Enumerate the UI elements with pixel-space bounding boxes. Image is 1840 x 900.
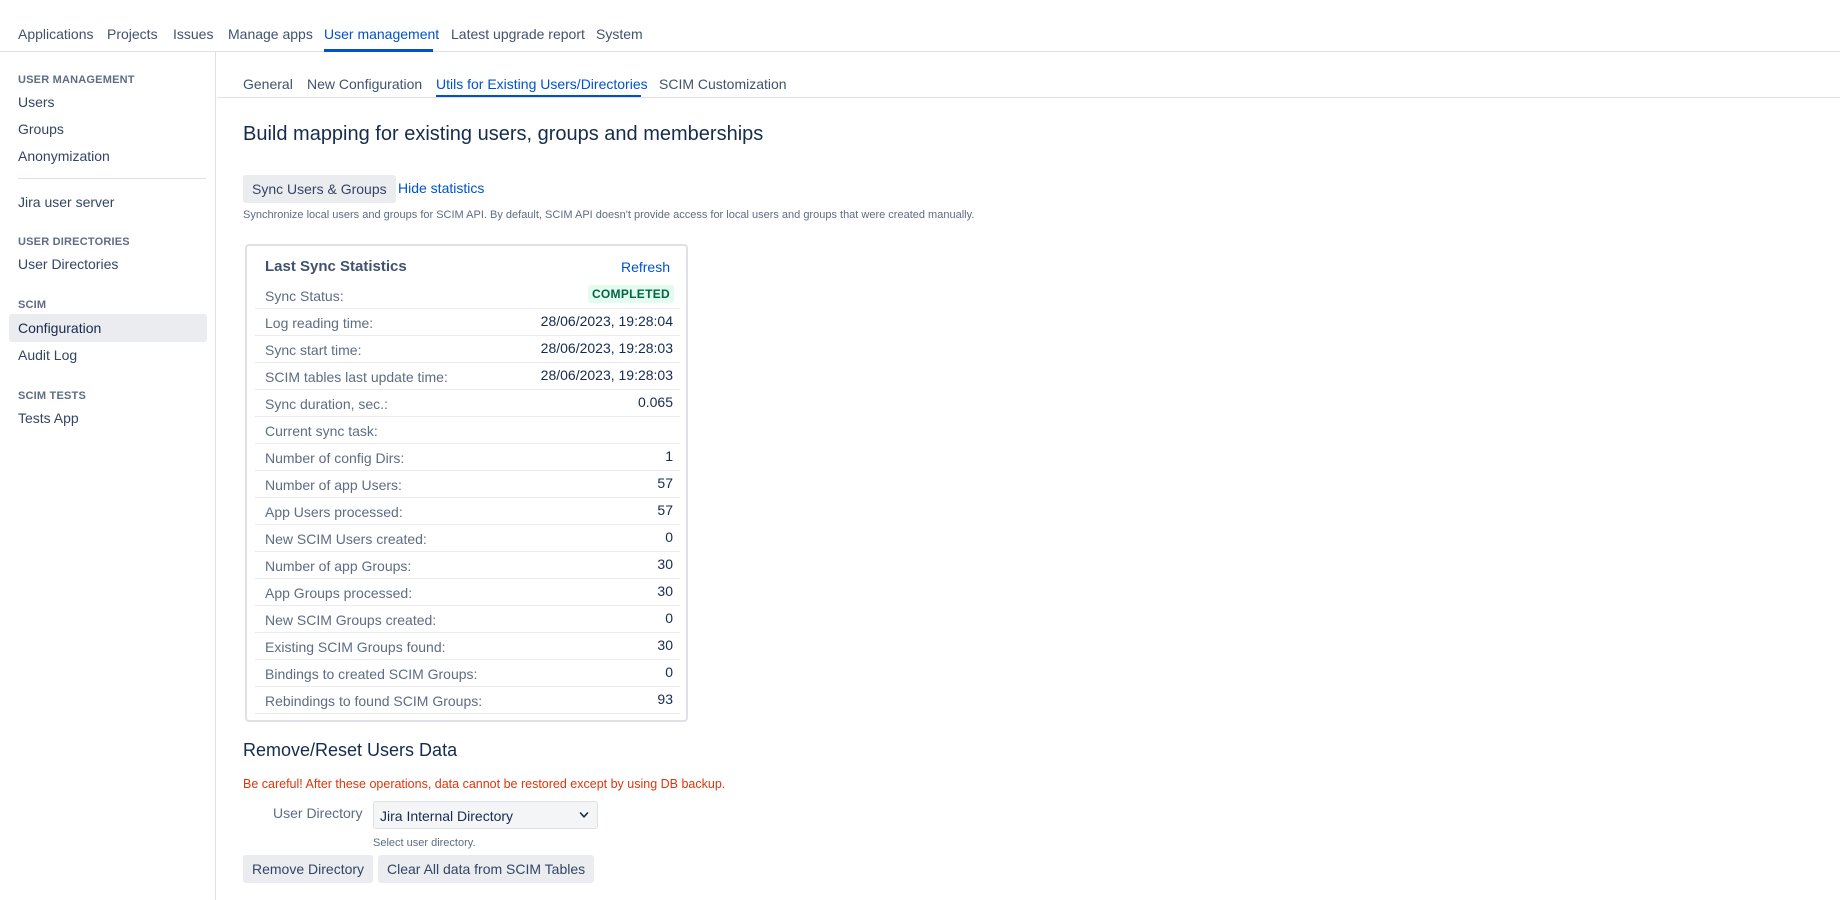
top-navigation: Applications Projects Issues Manage apps… [0,0,1840,52]
sidebar: USER MANAGEMENT Users Groups Anonymizati… [0,52,216,900]
stats-row: Number of app Users: 57 [255,471,680,498]
remove-directory-button[interactable]: Remove Directory [243,855,374,883]
stats-label: Sync Status: [265,288,344,304]
topnav-applications[interactable]: Applications [18,26,94,42]
stats-value: 1 [665,448,673,464]
stats-label: Rebindings to found SCIM Groups: [265,693,483,709]
stats-value: 30 [657,637,673,653]
topnav-latest-upgrade-report[interactable]: Latest upgrade report [451,26,585,42]
tab-utils-existing-users[interactable]: Utils for Existing Users/Directories [436,76,648,92]
stats-row: Current sync task: [255,417,680,444]
stats-row: SCIM tables last update time: 28/06/2023,… [255,363,680,390]
stats-label: Log reading time: [265,315,374,331]
tab-bar: General New Configuration Utils for Exis… [217,52,1840,98]
sidebar-heading-scim-tests: SCIM TESTS [18,390,87,402]
sidebar-item-jira-user-server[interactable]: Jira user server [9,188,207,216]
clear-scim-tables-button[interactable]: Clear All data from SCIM Tables [378,855,595,883]
sidebar-item-users[interactable]: Users [9,88,207,116]
refresh-link[interactable]: Refresh [621,259,670,275]
tab-new-configuration[interactable]: New Configuration [307,76,422,92]
stats-label: Number of app Users: [265,477,402,493]
stats-value: 0 [665,664,673,680]
stats-label: Existing SCIM Groups found: [265,639,446,655]
stats-row: Existing SCIM Groups found: 30 [255,633,680,660]
topnav-issues[interactable]: Issues [173,26,213,42]
sidebar-item-audit-log[interactable]: Audit Log [9,341,207,369]
stats-label: SCIM tables last update time: [265,369,448,385]
status-badge: COMPLETED [587,285,674,303]
sidebar-item-groups[interactable]: Groups [9,115,207,143]
topnav-system[interactable]: System [596,26,643,42]
stats-value: 30 [657,556,673,572]
stats-label: Sync duration, sec.: [265,396,388,412]
active-tab-indicator [436,95,641,97]
warning-text: Be careful! After these operations, data… [243,777,726,791]
stats-row: App Users processed: 57 [255,498,680,525]
topnav-projects[interactable]: Projects [107,26,158,42]
stats-row: Rebindings to found SCIM Groups: 93 [255,687,680,714]
last-sync-statistics-card: Last Sync Statistics Refresh Sync Status… [245,244,688,722]
stats-row: Number of config Dirs: 1 [255,444,680,471]
chevron-down-icon [579,812,589,818]
user-directory-help: Select user directory. [373,837,476,849]
sidebar-heading-user-management: USER MANAGEMENT [18,74,135,86]
stats-row: Log reading time: 28/06/2023, 19:28:04 [255,309,680,336]
sync-help-text: Synchronize local users and groups for S… [243,209,975,221]
stats-row: Number of app Groups: 30 [255,552,680,579]
topnav-user-management[interactable]: User management [324,26,439,42]
sidebar-item-tests-app[interactable]: Tests App [9,404,207,432]
sidebar-item-configuration[interactable]: Configuration [9,314,207,342]
stats-value: 30 [657,583,673,599]
stats-value: 0.065 [637,394,673,410]
sync-users-groups-button[interactable]: Sync Users & Groups [243,175,396,203]
stats-row: App Groups processed: 30 [255,579,680,606]
stats-title: Last Sync Statistics [265,258,407,275]
stats-value: 57 [657,475,673,491]
stats-value: 0 [665,610,673,626]
stats-value: 57 [657,502,673,518]
stats-value: 28/06/2023, 19:28:03 [540,367,673,383]
remove-reset-title: Remove/Reset Users Data [243,740,458,760]
tab-general[interactable]: General [243,76,293,92]
stats-row: Sync duration, sec.: 0.065 [255,390,680,417]
stats-label: New SCIM Groups created: [265,612,437,628]
sidebar-item-anonymization[interactable]: Anonymization [9,142,207,170]
sidebar-heading-scim: SCIM [18,299,47,311]
stats-row: New SCIM Users created: 0 [255,525,680,552]
user-directory-select[interactable]: Jira Internal Directory [373,801,598,829]
stats-label: Bindings to created SCIM Groups: [265,666,478,682]
stats-value: 0 [665,529,673,545]
sidebar-heading-user-directories: USER DIRECTORIES [18,236,130,248]
stats-value: 28/06/2023, 19:28:03 [540,340,673,356]
hide-statistics-link[interactable]: Hide statistics [398,180,484,196]
stats-row-sync-status: Sync Status: COMPLETED [255,282,680,309]
tab-scim-customization[interactable]: SCIM Customization [659,76,787,92]
stats-label: Current sync task: [265,423,378,439]
stats-value: 28/06/2023, 19:28:04 [540,313,673,329]
stats-label: App Users processed: [265,504,403,520]
stats-label: Sync start time: [265,342,362,358]
page-title: Build mapping for existing users, groups… [243,123,764,145]
sidebar-divider [18,178,206,179]
stats-label: App Groups processed: [265,585,413,601]
stats-label: New SCIM Users created: [265,531,427,547]
user-directory-select-value: Jira Internal Directory [380,808,514,824]
stats-label: Number of config Dirs: [265,450,405,466]
stats-row: Bindings to created SCIM Groups: 0 [255,660,680,687]
stats-label: Number of app Groups: [265,558,412,574]
user-directory-label: User Directory [273,805,363,821]
topnav-manage-apps[interactable]: Manage apps [228,26,313,42]
sidebar-item-user-directories[interactable]: User Directories [9,250,207,278]
main-content: General New Configuration Utils for Exis… [217,52,1840,900]
stats-row: Sync start time: 28/06/2023, 19:28:03 [255,336,680,363]
stats-row: New SCIM Groups created: 0 [255,606,680,633]
stats-value: 93 [657,691,673,707]
